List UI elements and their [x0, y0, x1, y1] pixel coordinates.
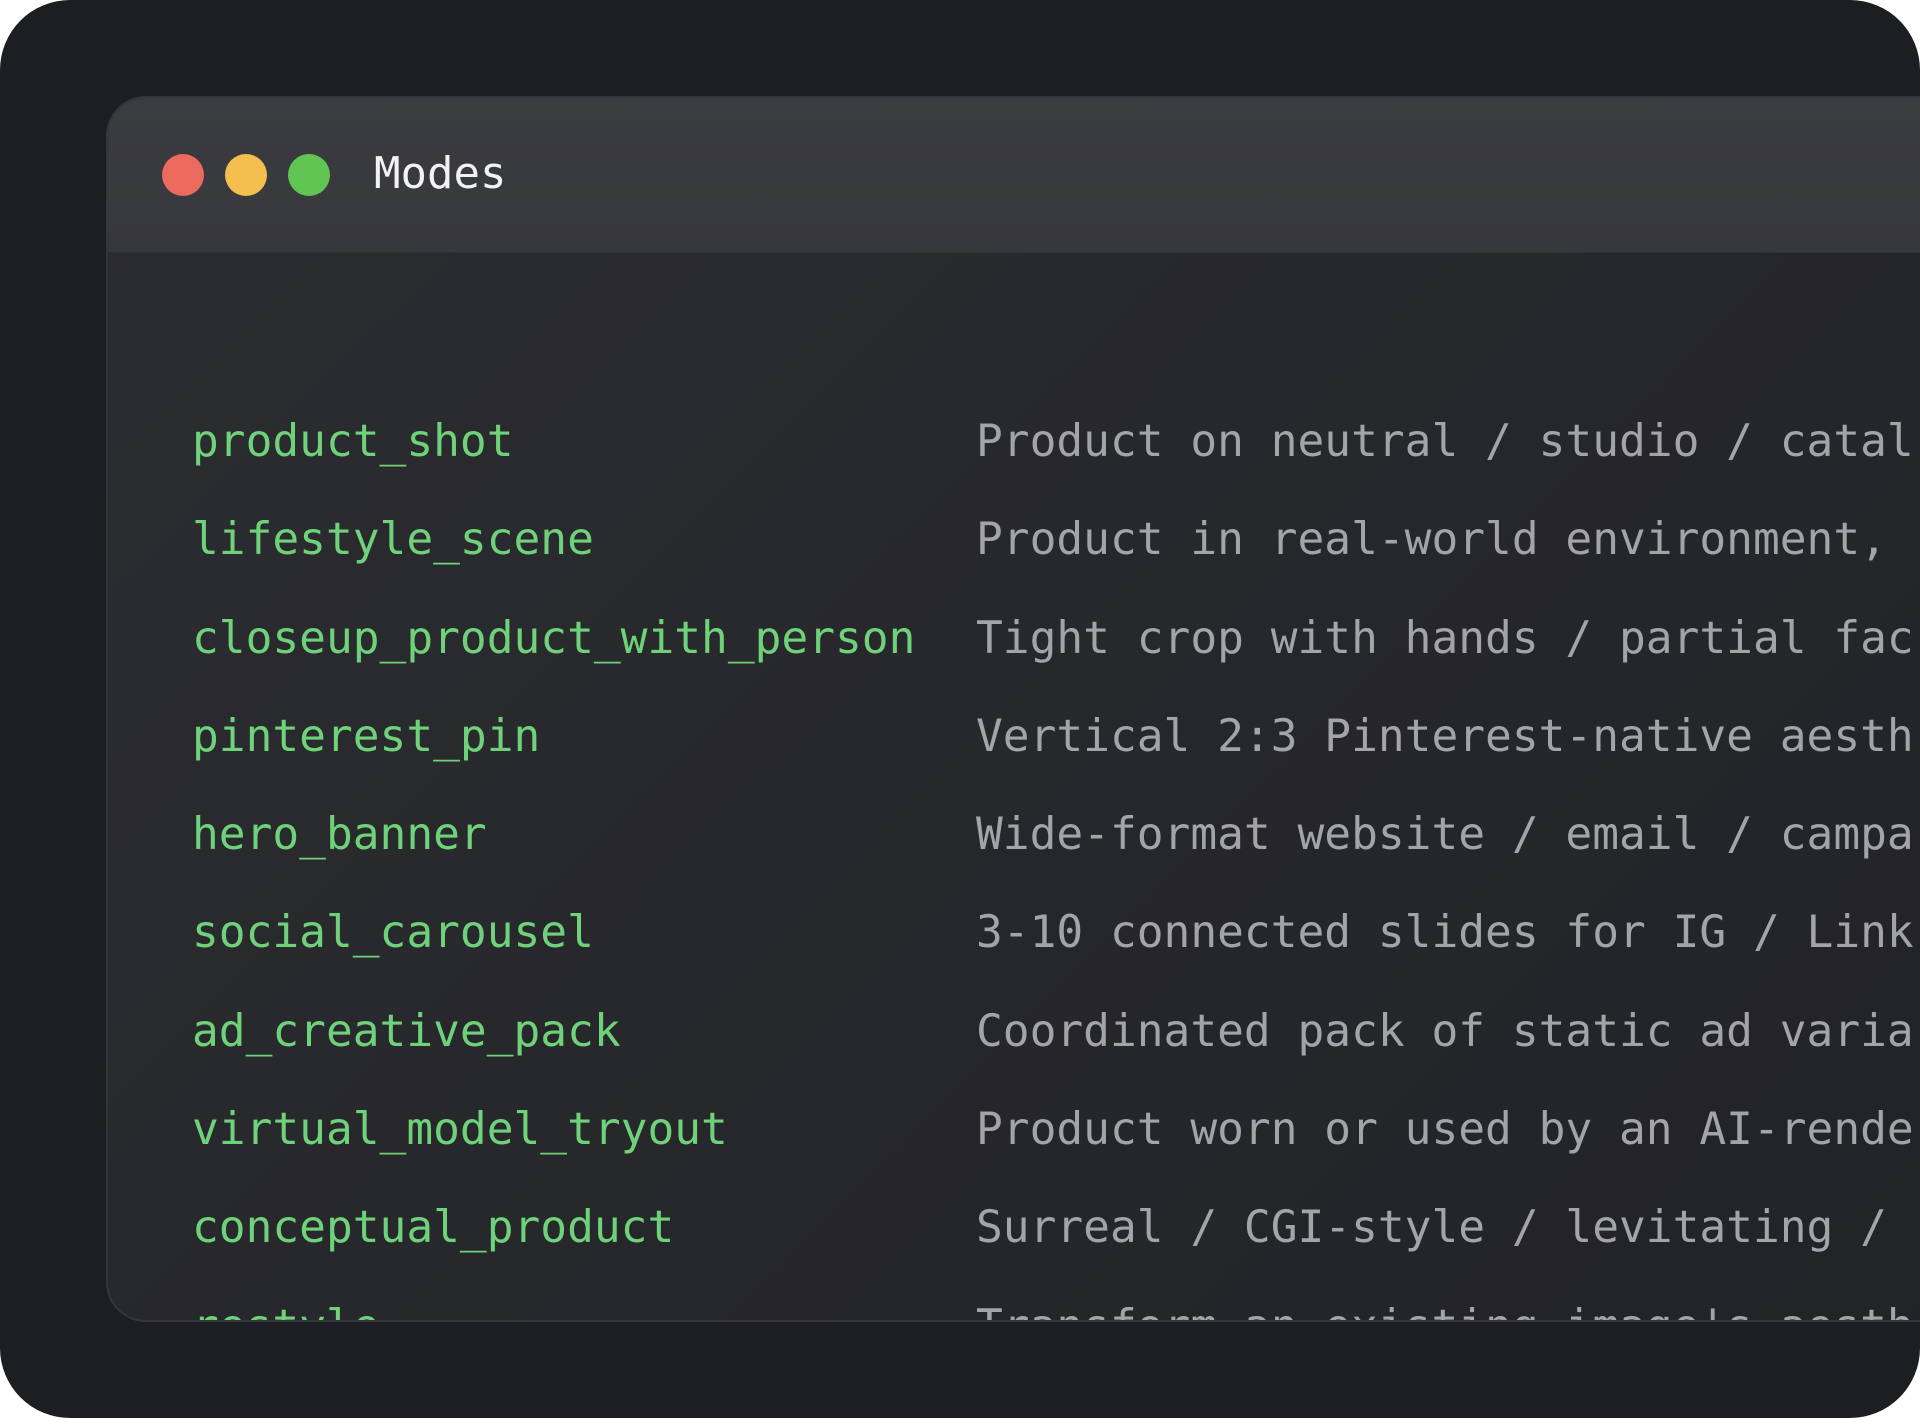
mode-name: lifestyle_scene	[192, 514, 594, 566]
list-item: pinterest_pin Vertical 2:3 Pinterest-nat…	[192, 692, 1920, 790]
mode-name: conceptual_product	[192, 1202, 675, 1254]
mode-name: product_shot	[192, 416, 514, 467]
mode-description: Coordinated pack of static ad varia	[976, 1005, 1914, 1057]
modes-window: Modes product_shot Product on neutral / …	[106, 96, 1920, 1322]
list-item: closeup_product_with_person Tight crop w…	[192, 594, 1920, 692]
list-item: lifestyle_scene Product in real-world en…	[192, 495, 1920, 593]
close-window-icon[interactable]	[162, 154, 204, 196]
maximize-window-icon[interactable]	[288, 154, 330, 196]
mode-description: Tight crop with hands / partial fac	[976, 612, 1914, 664]
mode-name: closeup_product_with_person	[192, 612, 916, 664]
list-item: product_shot Product on neutral / studio…	[192, 397, 1920, 495]
mode-name: social_carousel	[192, 907, 594, 959]
mode-description: Product in real-world environment,	[976, 514, 1887, 566]
mode-name: hero_banner	[192, 809, 487, 861]
minimize-window-icon[interactable]	[225, 154, 267, 196]
window-title: Modes	[374, 148, 507, 199]
window-titlebar: Modes	[108, 98, 1920, 253]
list-item: virtual_model_tryout Product worn or use…	[192, 1085, 1920, 1183]
mode-description: Transform an existing image's aesth	[976, 1282, 1914, 1320]
list-item: restyle Transform an existing image's ae…	[192, 1282, 1920, 1320]
mode-description: Surreal / CGI-style / levitating /	[976, 1202, 1887, 1254]
list-item: conceptual_product Surreal / CGI-style /…	[192, 1183, 1920, 1281]
mode-description: Product on neutral / studio / catal	[976, 416, 1914, 467]
mode-description: 3-10 connected slides for IG / Link	[976, 907, 1914, 959]
app-backdrop: Modes product_shot Product on neutral / …	[0, 0, 1920, 1418]
mode-name: restyle	[192, 1282, 380, 1320]
mode-name: virtual_model_tryout	[192, 1104, 728, 1156]
mode-description: Wide-format website / email / campa	[976, 809, 1914, 861]
list-item: hero_banner Wide-format website / email …	[192, 790, 1920, 888]
mode-description: Product worn or used by an AI-rende	[976, 1104, 1914, 1156]
list-item: ad_creative_pack Coordinated pack of sta…	[192, 987, 1920, 1085]
list-item: social_carousel 3-10 connected slides fo…	[192, 888, 1920, 986]
mode-name: ad_creative_pack	[192, 1005, 621, 1057]
mode-name: pinterest_pin	[192, 710, 541, 762]
modes-list: product_shot Product on neutral / studio…	[192, 397, 1920, 1320]
mode-description: Vertical 2:3 Pinterest-native aesth	[976, 710, 1914, 762]
